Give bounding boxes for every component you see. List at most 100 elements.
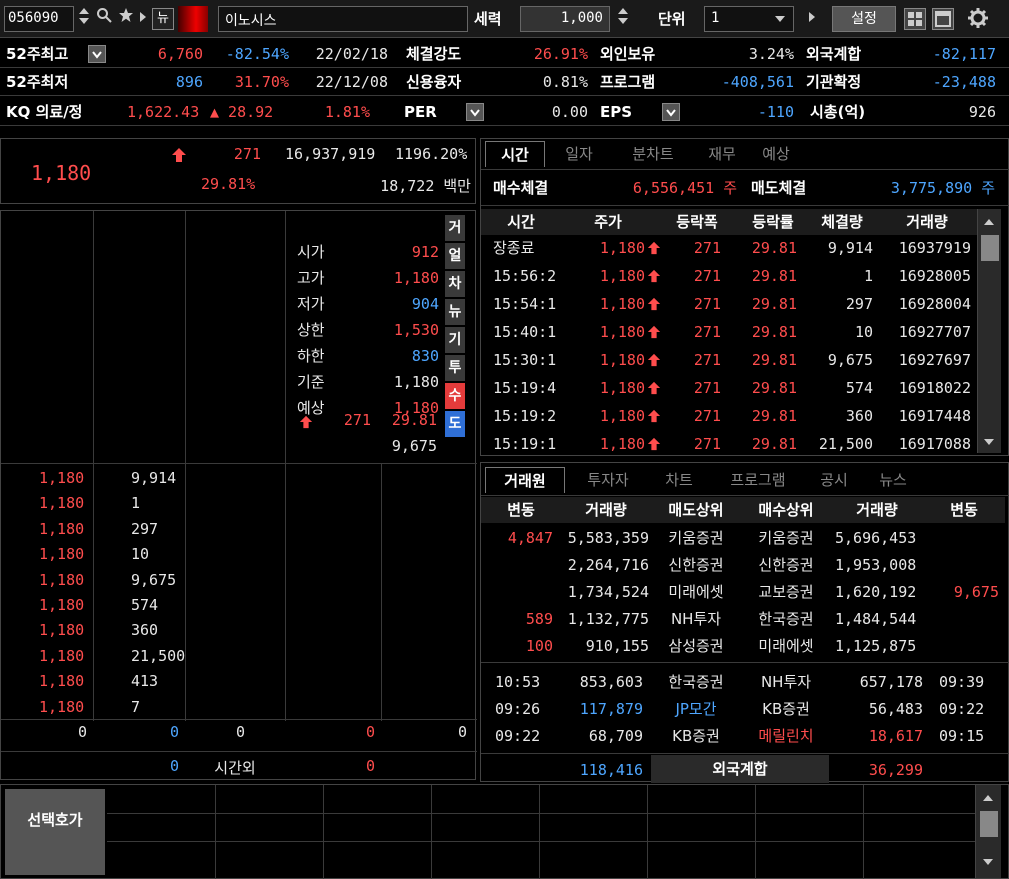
trade-volume: 16918022 <box>898 379 971 397</box>
hoga-scrollbar[interactable] <box>975 785 1001 878</box>
trades-header: 시간 주가 등락폭 등락률 체결량 거래량 <box>481 209 981 235</box>
tab-5[interactable]: 예상 <box>751 141 801 167</box>
recent-volume-left: 117,879 <box>579 700 643 718</box>
trade-qty: 1 <box>863 267 873 285</box>
side-tab[interactable]: 기 <box>445 327 465 353</box>
total-2: 0 <box>235 723 245 741</box>
broker-tab[interactable]: 투자자 <box>571 467 645 493</box>
buy-label: 매수체결 <box>493 179 549 197</box>
scroll-down-icon[interactable] <box>983 435 995 451</box>
summary-value: 904 <box>411 295 439 313</box>
stock-name-field[interactable]: 이노시스 <box>218 6 468 32</box>
play-icon[interactable] <box>137 6 149 32</box>
broker-change-right <box>923 552 999 578</box>
index-value: 1,622.43 <box>127 103 200 121</box>
lo52-label: 52주최저 <box>6 73 69 91</box>
side-tab[interactable]: 얼 <box>445 243 465 269</box>
search-icon[interactable] <box>94 6 114 32</box>
up-arrow-icon <box>647 409 661 427</box>
index-label: KQ 의료/정 <box>6 103 83 121</box>
window-icon[interactable] <box>932 8 954 30</box>
scroll-up-icon[interactable] <box>983 215 995 231</box>
stock-code-input[interactable]: 056090 <box>4 6 74 32</box>
code-spin-icon[interactable] <box>76 6 92 32</box>
tab-1[interactable]: 시간 <box>485 141 545 167</box>
unit-label: 단위 <box>658 10 686 28</box>
tab-2[interactable]: 일자 <box>549 141 609 167</box>
next-play-icon[interactable] <box>800 6 824 32</box>
price-change: 271 <box>233 145 261 163</box>
foreign-vol-left: 118,416 <box>579 761 643 779</box>
side-tab[interactable]: 투 <box>445 355 465 381</box>
trades-col-header: 등락폭 <box>655 209 739 235</box>
lo52-pct: 31.70% <box>234 73 289 91</box>
per-chevron-icon[interactable] <box>466 103 484 121</box>
credit-label: 신용융자 <box>406 73 462 91</box>
select-hoga-panel: 선택호가 <box>0 784 1009 879</box>
tick-qty: 21,500 <box>131 646 186 665</box>
scroll-up-icon[interactable] <box>982 791 994 807</box>
tick-price: 1,180 <box>39 469 85 487</box>
side-tab[interactable]: 수 <box>445 383 465 409</box>
force-label: 세력 <box>474 10 502 28</box>
trade-volume: 16917448 <box>898 407 971 425</box>
broker-volume-left: 5,583,359 <box>567 529 649 547</box>
scroll-down-icon[interactable] <box>982 855 994 871</box>
broker-buy-name: 미래에셋 <box>758 637 814 655</box>
trade-pct: 29.81 <box>751 407 797 425</box>
quantity-spin-icon[interactable] <box>614 6 632 32</box>
broker-volume-left: 2,264,716 <box>567 556 649 574</box>
trade-pct: 29.81 <box>751 379 797 397</box>
side-tab[interactable]: 차 <box>445 271 465 297</box>
up-arrow-icon <box>171 147 187 167</box>
chevron-down-icon[interactable] <box>768 6 792 32</box>
broker-volume-right: 1,953,008 <box>835 556 917 574</box>
recent-buy-name: 메릴린치 <box>758 727 814 745</box>
broker-change-right: 9,675 <box>953 583 999 601</box>
star-icon[interactable] <box>116 6 136 32</box>
tab-3[interactable]: 분차트 <box>613 141 693 167</box>
change-pct: 29.81% <box>201 175 256 193</box>
broker-volume-left: 910,155 <box>585 637 649 655</box>
broker-tab[interactable]: 뉴스 <box>865 467 921 493</box>
broker-tab[interactable]: 차트 <box>651 467 707 493</box>
trades-scrollbar[interactable] <box>977 209 1001 453</box>
gear-icon[interactable] <box>966 6 994 32</box>
price-header: 1,180 271 16,937,919 1196.20% 29.81% 18,… <box>0 138 476 204</box>
recent-time-left: 09:26 <box>495 700 541 718</box>
program-label: 프로그램 <box>600 73 656 91</box>
side-tab[interactable]: 도 <box>445 411 465 437</box>
up-arrow-icon <box>647 325 661 343</box>
trade-time: 15:19:4 <box>493 379 557 397</box>
quantity-input[interactable]: 1,000 <box>520 6 610 32</box>
hi52-price: 6,760 <box>157 45 203 63</box>
tab-4[interactable]: 재무 <box>697 141 747 167</box>
recent-buy-name: NH투자 <box>760 673 812 691</box>
current-price: 1,180 <box>31 161 92 185</box>
news-button[interactable]: 뉴 <box>152 8 174 30</box>
broker-tab[interactable]: 거래원 <box>485 467 565 493</box>
trade-time: 15:19:1 <box>493 435 557 453</box>
trade-volume: 16917088 <box>898 435 971 453</box>
broker-change-right <box>923 525 999 551</box>
side-tab[interactable]: 뉴 <box>445 299 465 325</box>
expected-pct: 29.81 <box>391 411 437 429</box>
side-tab[interactable]: 거 <box>445 215 465 241</box>
tick-price: 1,180 <box>39 545 85 564</box>
summary-value: 830 <box>411 347 439 365</box>
broker-col-header: 매도상위 <box>651 497 741 523</box>
settings-button[interactable]: 설정 <box>832 6 896 32</box>
broker-buy-name: 한국증권 <box>758 610 814 628</box>
tick-qty: 1 <box>131 494 141 513</box>
broker-tab[interactable]: 공시 <box>809 467 859 493</box>
tick-qty: 9,675 <box>131 570 177 589</box>
chevron-down-icon[interactable] <box>88 45 106 63</box>
select-hoga-button[interactable]: 선택호가 <box>5 789 105 875</box>
trade-time: 15:30:1 <box>493 351 557 369</box>
broker-tab[interactable]: 프로그램 <box>713 467 803 493</box>
trade-price: 1,180 <box>599 295 645 313</box>
broker-change-left: 589 <box>525 610 553 628</box>
broker-col-header: 변동 <box>923 497 1005 523</box>
grid-icon[interactable] <box>904 8 926 30</box>
eps-chevron-icon[interactable] <box>662 103 680 121</box>
